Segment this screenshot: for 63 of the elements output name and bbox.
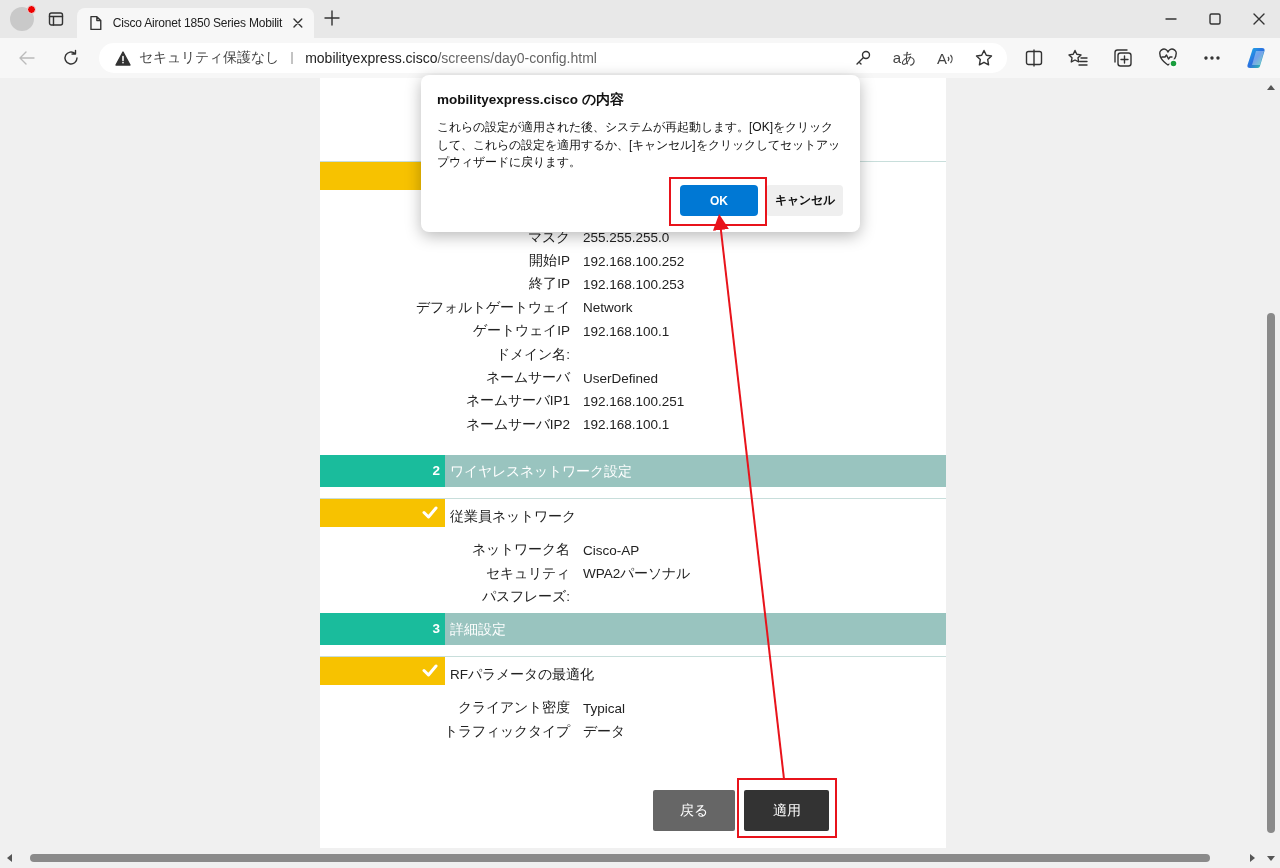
field-label: デフォルトゲートウェイ bbox=[415, 298, 571, 317]
field-value: Typical bbox=[583, 700, 626, 716]
scroll-right-icon[interactable] bbox=[1248, 854, 1256, 862]
field-value: 192.168.100.1 bbox=[583, 323, 670, 339]
split-screen-icon[interactable] bbox=[1025, 49, 1043, 67]
workspaces-icon[interactable] bbox=[48, 11, 64, 27]
field-label: ネームサーバ bbox=[485, 369, 571, 388]
browser-tab[interactable]: Cisco Aironet 1850 Series Mobilit bbox=[77, 8, 314, 38]
back-button[interactable]: 戻る bbox=[653, 790, 735, 832]
field-label: ゲートウェイIP bbox=[472, 322, 571, 341]
close-icon[interactable] bbox=[292, 17, 304, 29]
field-label: クライアント密度 bbox=[457, 699, 571, 718]
section-number: 2 bbox=[320, 454, 445, 487]
dialog-message: これらの設定が適用された後、システムが再起動します。[OK]をクリックして、これらの設定を適用するか、[キャンセル]をクリックしてセットアップウィザードに戻ります。 bbox=[437, 119, 841, 171]
field-label: セキュリティ bbox=[485, 564, 571, 583]
scroll-left-icon[interactable] bbox=[6, 854, 14, 862]
subsection-title: 従業員ネットワーク bbox=[450, 507, 576, 526]
section-title: ワイヤレスネットワーク設定 bbox=[450, 462, 632, 481]
document-icon bbox=[89, 15, 103, 31]
new-tab-icon[interactable] bbox=[324, 10, 340, 26]
field-label: ネームサーバIP1 bbox=[464, 392, 571, 411]
section-number: 3 bbox=[320, 612, 445, 645]
close-icon[interactable] bbox=[1252, 12, 1266, 26]
subsection-title: RFパラメータの最適化 bbox=[450, 665, 594, 684]
field-label: ネットワーク名 bbox=[471, 541, 571, 560]
field-label: 開始IP bbox=[528, 252, 571, 271]
field-label: パスフレーズ: bbox=[481, 588, 571, 606]
field-value: WPA2パーソナル bbox=[583, 564, 691, 583]
field-value: UserDefined bbox=[583, 370, 659, 386]
field-value: 192.168.100.251 bbox=[583, 393, 685, 409]
dialog-title: mobilityexpress.cisco の内容 bbox=[437, 91, 625, 109]
field-label: ネームサーバIP2 bbox=[464, 415, 571, 434]
field-value: データ bbox=[583, 722, 625, 741]
field-value: 192.168.100.1 bbox=[583, 417, 670, 433]
refresh-icon[interactable] bbox=[62, 49, 80, 67]
profile-avatar[interactable] bbox=[10, 7, 34, 31]
field-value: Cisco-AP bbox=[583, 542, 640, 558]
field-value: Network bbox=[583, 300, 633, 316]
health-icon[interactable] bbox=[1158, 48, 1178, 68]
more-icon[interactable] bbox=[1203, 55, 1221, 61]
section-title: 詳細設定 bbox=[450, 620, 506, 639]
field-value: 192.168.100.252 bbox=[583, 253, 685, 269]
maximize-icon[interactable] bbox=[1208, 12, 1222, 26]
translate-icon[interactable]: aあ bbox=[892, 48, 916, 68]
scroll-down-icon[interactable] bbox=[1267, 854, 1275, 862]
favorites-icon[interactable] bbox=[1068, 49, 1088, 67]
field-label: 終了IP bbox=[528, 275, 571, 294]
collections-icon[interactable] bbox=[1113, 48, 1133, 68]
field-value: 192.168.100.253 bbox=[583, 276, 685, 292]
warning-icon bbox=[115, 50, 132, 66]
tab-title: Cisco Aironet 1850 Series Mobilit bbox=[112, 16, 283, 30]
field-label: トラフィックタイプ bbox=[443, 722, 572, 741]
cancel-button[interactable]: キャンセル bbox=[766, 185, 843, 216]
ok-button[interactable]: OK bbox=[680, 185, 758, 216]
security-label: セキュリティ保護なし bbox=[139, 49, 280, 67]
field-label: マスク bbox=[527, 228, 571, 247]
field-label: ドメイン名: bbox=[495, 345, 571, 364]
field-value: 255.255.255.0 bbox=[583, 230, 670, 246]
scroll-up-icon[interactable] bbox=[1267, 84, 1275, 92]
url-text: mobilityexpress.cisco/screens/day0-config.html bbox=[305, 50, 597, 66]
star-icon[interactable] bbox=[975, 49, 993, 67]
apply-button[interactable]: 適用 bbox=[744, 790, 829, 832]
address-bar[interactable]: セキュリティ保護なし mobilityexpress.cisco/screens/day0-config.html aあ A bbox=[99, 43, 1007, 73]
